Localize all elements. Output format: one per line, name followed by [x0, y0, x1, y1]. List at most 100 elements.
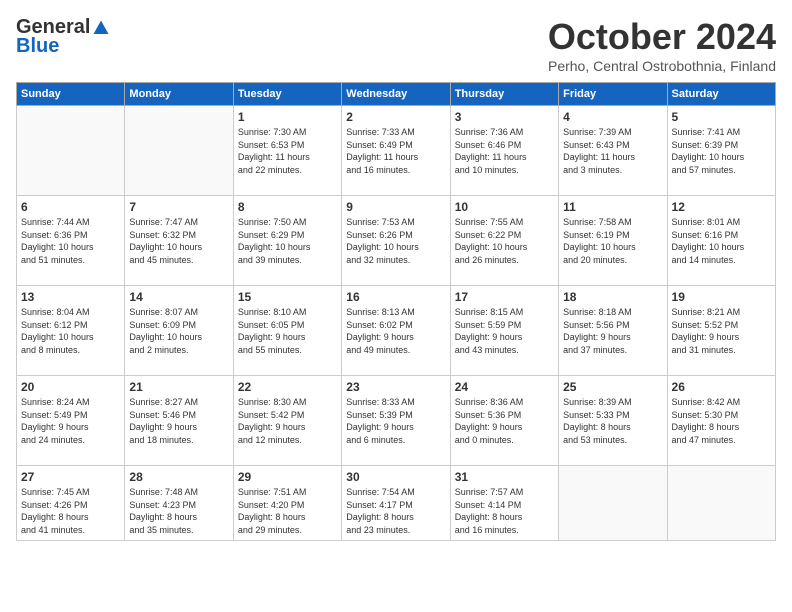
calendar-table: SundayMondayTuesdayWednesdayThursdayFrid… [16, 82, 776, 541]
day-info: Sunrise: 7:44 AM Sunset: 6:36 PM Dayligh… [21, 216, 120, 266]
calendar-day: 19 Sunrise: 8:21 AM Sunset: 5:52 PM Dayli… [667, 286, 775, 376]
day-number: 21 [129, 380, 228, 394]
calendar-day: 4 Sunrise: 7:39 AM Sunset: 6:43 PM Daylig… [559, 106, 667, 196]
day-info: Sunrise: 7:50 AM Sunset: 6:29 PM Dayligh… [238, 216, 337, 266]
day-number: 26 [672, 380, 771, 394]
calendar-day: 22 Sunrise: 8:30 AM Sunset: 5:42 PM Dayli… [233, 376, 341, 466]
day-info: Sunrise: 8:15 AM Sunset: 5:59 PM Dayligh… [455, 306, 554, 356]
day-number: 7 [129, 200, 228, 214]
calendar-day: 7 Sunrise: 7:47 AM Sunset: 6:32 PM Daylig… [125, 196, 233, 286]
day-info: Sunrise: 8:07 AM Sunset: 6:09 PM Dayligh… [129, 306, 228, 356]
day-number: 4 [563, 110, 662, 124]
calendar-day: 25 Sunrise: 8:39 AM Sunset: 5:33 PM Dayli… [559, 376, 667, 466]
calendar-day: 6 Sunrise: 7:44 AM Sunset: 6:36 PM Daylig… [17, 196, 125, 286]
day-info: Sunrise: 8:18 AM Sunset: 5:56 PM Dayligh… [563, 306, 662, 356]
day-number: 25 [563, 380, 662, 394]
calendar-day: 11 Sunrise: 7:58 AM Sunset: 6:19 PM Dayli… [559, 196, 667, 286]
day-info: Sunrise: 8:01 AM Sunset: 6:16 PM Dayligh… [672, 216, 771, 266]
day-info: Sunrise: 8:24 AM Sunset: 5:49 PM Dayligh… [21, 396, 120, 446]
page-header: General Blue October 2024 Perho, Central… [16, 16, 776, 74]
calendar-day: 17Sunrise: 8:15 AM Sunset: 5:59 PM Dayli… [450, 286, 558, 376]
day-number: 2 [346, 110, 445, 124]
day-info: Sunrise: 8:30 AM Sunset: 5:42 PM Dayligh… [238, 396, 337, 446]
calendar-day: 18 Sunrise: 8:18 AM Sunset: 5:56 PM Dayli… [559, 286, 667, 376]
day-info: Sunrise: 8:36 AM Sunset: 5:36 PM Dayligh… [455, 396, 554, 446]
day-number: 23 [346, 380, 445, 394]
day-info: Sunrise: 7:30 AM Sunset: 6:53 PM Dayligh… [238, 126, 337, 176]
day-of-week-header: Wednesday [342, 83, 450, 106]
calendar-day: 5Sunrise: 7:41 AM Sunset: 6:39 PM Daylig… [667, 106, 775, 196]
day-number: 15 [238, 290, 337, 304]
day-info: Sunrise: 7:48 AM Sunset: 4:23 PM Dayligh… [129, 486, 228, 536]
day-info: Sunrise: 8:21 AM Sunset: 5:52 PM Dayligh… [672, 306, 771, 356]
month-title: October 2024 [548, 16, 776, 58]
day-info: Sunrise: 7:36 AM Sunset: 6:46 PM Dayligh… [455, 126, 554, 176]
calendar-day [125, 106, 233, 196]
calendar-day: 20 Sunrise: 8:24 AM Sunset: 5:49 PM Dayli… [17, 376, 125, 466]
day-info: Sunrise: 7:39 AM Sunset: 6:43 PM Dayligh… [563, 126, 662, 176]
calendar-day: 3 Sunrise: 7:36 AM Sunset: 6:46 PM Daylig… [450, 106, 558, 196]
day-number: 29 [238, 470, 337, 484]
day-info: Sunrise: 8:10 AM Sunset: 6:05 PM Dayligh… [238, 306, 337, 356]
calendar-day: 24Sunrise: 8:36 AM Sunset: 5:36 PM Dayli… [450, 376, 558, 466]
calendar-day: 29 Sunrise: 7:51 AM Sunset: 4:20 PM Dayli… [233, 466, 341, 541]
day-info: Sunrise: 7:58 AM Sunset: 6:19 PM Dayligh… [563, 216, 662, 266]
calendar-day: 13 Sunrise: 8:04 AM Sunset: 6:12 PM Dayli… [17, 286, 125, 376]
day-of-week-header: Saturday [667, 83, 775, 106]
day-info: Sunrise: 7:33 AM Sunset: 6:49 PM Dayligh… [346, 126, 445, 176]
day-info: Sunrise: 8:13 AM Sunset: 6:02 PM Dayligh… [346, 306, 445, 356]
day-number: 6 [21, 200, 120, 214]
day-info: Sunrise: 7:47 AM Sunset: 6:32 PM Dayligh… [129, 216, 228, 266]
day-of-week-header: Monday [125, 83, 233, 106]
logo-blue-text: Blue [16, 35, 59, 58]
day-number: 12 [672, 200, 771, 214]
calendar-day: 27 Sunrise: 7:45 AM Sunset: 4:26 PM Dayli… [17, 466, 125, 541]
day-info: Sunrise: 8:33 AM Sunset: 5:39 PM Dayligh… [346, 396, 445, 446]
day-number: 27 [21, 470, 120, 484]
day-info: Sunrise: 7:53 AM Sunset: 6:26 PM Dayligh… [346, 216, 445, 266]
day-info: Sunrise: 7:41 AM Sunset: 6:39 PM Dayligh… [672, 126, 771, 176]
calendar-day: 10Sunrise: 7:55 AM Sunset: 6:22 PM Dayli… [450, 196, 558, 286]
day-info: Sunrise: 7:54 AM Sunset: 4:17 PM Dayligh… [346, 486, 445, 536]
day-number: 19 [672, 290, 771, 304]
calendar-day: 12 Sunrise: 8:01 AM Sunset: 6:16 PM Dayli… [667, 196, 775, 286]
location: Perho, Central Ostrobothnia, Finland [548, 58, 776, 74]
day-number: 3 [455, 110, 554, 124]
day-number: 18 [563, 290, 662, 304]
calendar-day: 1Sunrise: 7:30 AM Sunset: 6:53 PM Daylig… [233, 106, 341, 196]
day-of-week-header: Thursday [450, 83, 558, 106]
calendar-day: 21 Sunrise: 8:27 AM Sunset: 5:46 PM Dayli… [125, 376, 233, 466]
calendar-day: 16Sunrise: 8:13 AM Sunset: 6:02 PM Dayli… [342, 286, 450, 376]
calendar-day: 9 Sunrise: 7:53 AM Sunset: 6:26 PM Daylig… [342, 196, 450, 286]
day-info: Sunrise: 7:45 AM Sunset: 4:26 PM Dayligh… [21, 486, 120, 536]
day-of-week-header: Sunday [17, 83, 125, 106]
calendar-header-row: SundayMondayTuesdayWednesdayThursdayFrid… [17, 83, 776, 106]
day-of-week-header: Friday [559, 83, 667, 106]
calendar-day: 30Sunrise: 7:54 AM Sunset: 4:17 PM Dayli… [342, 466, 450, 541]
day-number: 8 [238, 200, 337, 214]
calendar-day: 31 Sunrise: 7:57 AM Sunset: 4:14 PM Dayli… [450, 466, 558, 541]
day-number: 20 [21, 380, 120, 394]
day-info: Sunrise: 7:57 AM Sunset: 4:14 PM Dayligh… [455, 486, 554, 536]
day-number: 10 [455, 200, 554, 214]
calendar-day [17, 106, 125, 196]
day-info: Sunrise: 8:42 AM Sunset: 5:30 PM Dayligh… [672, 396, 771, 446]
day-number: 11 [563, 200, 662, 214]
day-number: 28 [129, 470, 228, 484]
day-number: 22 [238, 380, 337, 394]
logo: General Blue [16, 16, 112, 58]
day-info: Sunrise: 7:51 AM Sunset: 4:20 PM Dayligh… [238, 486, 337, 536]
day-number: 31 [455, 470, 554, 484]
calendar-day: 15 Sunrise: 8:10 AM Sunset: 6:05 PM Dayli… [233, 286, 341, 376]
title-section: October 2024 Perho, Central Ostrobothnia… [548, 16, 776, 74]
day-info: Sunrise: 8:27 AM Sunset: 5:46 PM Dayligh… [129, 396, 228, 446]
day-info: Sunrise: 8:04 AM Sunset: 6:12 PM Dayligh… [21, 306, 120, 356]
day-number: 9 [346, 200, 445, 214]
calendar-day: 28 Sunrise: 7:48 AM Sunset: 4:23 PM Dayli… [125, 466, 233, 541]
calendar-day: 8 Sunrise: 7:50 AM Sunset: 6:29 PM Daylig… [233, 196, 341, 286]
calendar-day: 26 Sunrise: 8:42 AM Sunset: 5:30 PM Dayli… [667, 376, 775, 466]
day-info: Sunrise: 8:39 AM Sunset: 5:33 PM Dayligh… [563, 396, 662, 446]
day-of-week-header: Tuesday [233, 83, 341, 106]
calendar-day [667, 466, 775, 541]
day-number: 13 [21, 290, 120, 304]
